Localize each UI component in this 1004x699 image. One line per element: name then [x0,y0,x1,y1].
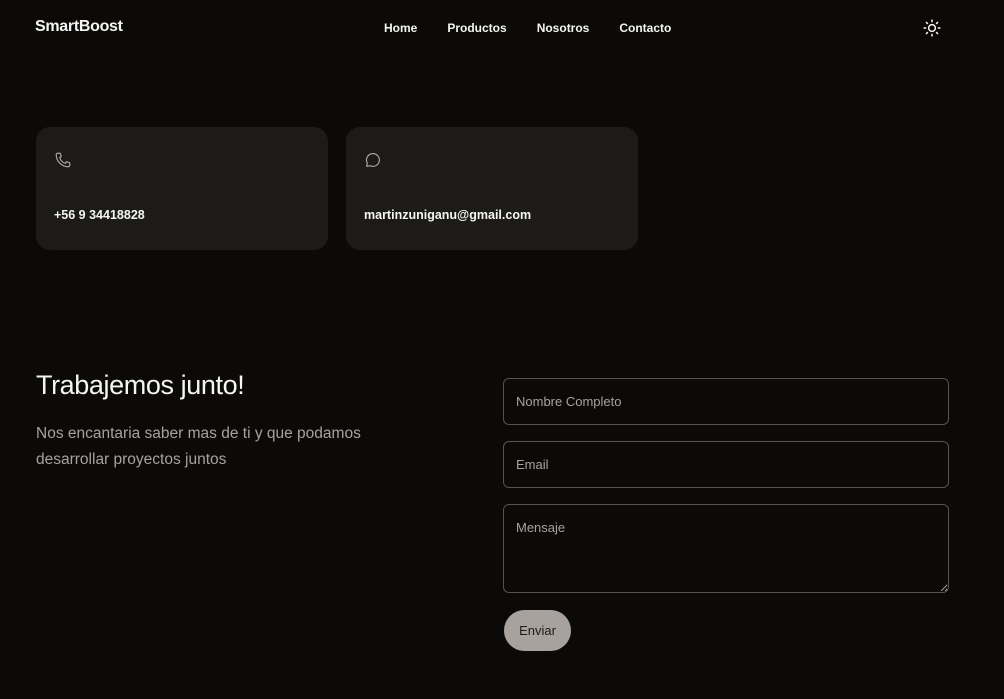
nav-link-nosotros[interactable]: Nosotros [537,21,590,35]
phone-icon [55,152,71,168]
main-menu: Home Productos Nosotros Contacto [384,21,671,35]
cta-description: Nos encantaria saber mas de ti y que pod… [36,425,361,468]
sun-icon [923,19,941,37]
message-textarea[interactable] [503,504,949,593]
email-input[interactable] [503,441,949,488]
submit-button[interactable]: Enviar [504,610,571,651]
nav-link-productos[interactable]: Productos [447,21,506,35]
email-address: martinzuniganu@gmail.com [364,208,532,222]
email-card: martinzuniganu@gmail.com [346,127,638,250]
nav-link-contacto[interactable]: Contacto [619,21,671,35]
nav-link-home[interactable]: Home [384,21,417,35]
brand-logo[interactable]: SmartBoost [35,18,123,36]
cta-title: Trabajemos junto! [36,370,245,400]
phone-number: +56 9 34418828 [54,208,145,222]
phone-card: +56 9 34418828 [36,127,328,250]
chat-bubble-icon [365,153,380,167]
full-name-input[interactable] [503,378,949,425]
theme-toggle-button[interactable] [920,17,944,39]
top-navbar: SmartBoost Home Productos Nosotros Conta… [0,0,1004,56]
